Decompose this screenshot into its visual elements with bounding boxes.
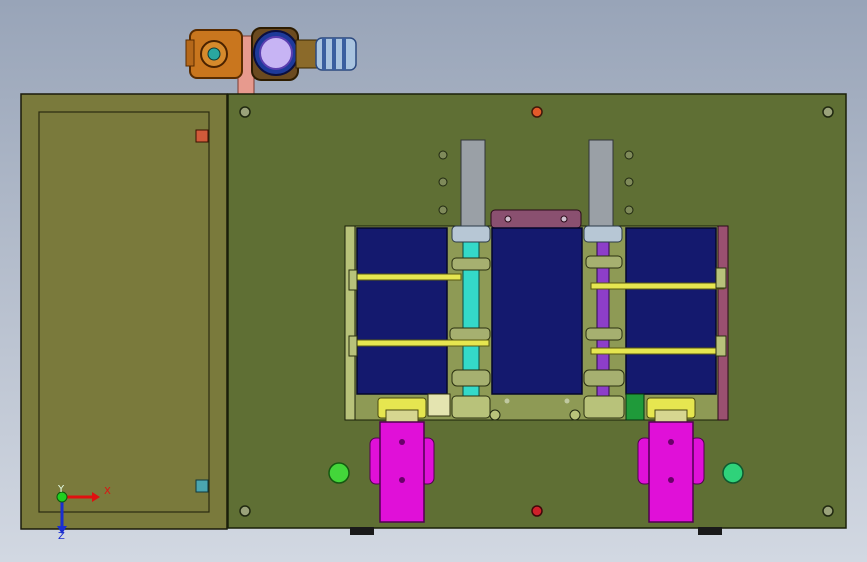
screw-icon — [668, 477, 674, 483]
junction-box-port — [207, 47, 221, 61]
busbar-vertical-right — [588, 139, 614, 229]
screw-icon — [504, 215, 512, 223]
coupling-ring-2 — [332, 38, 336, 70]
screw-icon — [504, 398, 510, 404]
rod-base — [451, 395, 491, 419]
z-axis-label: Z — [58, 531, 65, 542]
coupling-ring-3 — [342, 38, 346, 70]
rod-collar — [583, 369, 625, 387]
screw-icon — [239, 106, 251, 118]
screw-icon — [399, 477, 405, 483]
rod-collar — [451, 225, 491, 243]
busbar-vertical-left — [460, 139, 486, 229]
screw-icon — [822, 106, 834, 118]
ground-stud-top — [531, 106, 543, 118]
screw-icon — [438, 205, 448, 215]
screw-icon — [668, 439, 674, 445]
coil-left — [356, 227, 448, 395]
rod-collar — [585, 327, 623, 341]
door-frame — [20, 93, 228, 530]
busbar-yellow — [348, 273, 462, 281]
frame-tab — [348, 269, 358, 291]
mounting-foot-right — [698, 527, 722, 535]
screw-icon — [624, 177, 634, 187]
door-panel[interactable] — [20, 93, 228, 530]
screw-icon — [438, 150, 448, 160]
busbar-yellow — [590, 347, 725, 355]
coil-center — [491, 227, 583, 395]
screw-icon — [624, 205, 634, 215]
coil-right — [625, 227, 717, 395]
core-frame-left-rail — [344, 225, 356, 421]
mounting-foot-left — [350, 527, 374, 535]
screw-icon — [399, 439, 405, 445]
clamp-body — [648, 421, 694, 523]
screw-icon — [489, 409, 501, 421]
core-frame-right-rail — [717, 225, 729, 421]
door-hinge-top — [195, 129, 209, 143]
terminal-block-green — [625, 393, 645, 421]
y-axis-label: Y — [58, 484, 65, 495]
rod-collar — [451, 257, 491, 271]
coupling-ring-1 — [322, 38, 326, 70]
cad-viewport[interactable]: X Y Z — [0, 0, 867, 562]
clamp-assembly-left[interactable] — [369, 397, 435, 523]
cad-model-drawing[interactable] — [0, 0, 867, 562]
x-axis-label: X — [104, 486, 111, 497]
junction-box-tab-left — [185, 39, 195, 67]
indicator-lamp-left[interactable] — [328, 462, 350, 484]
screw-icon — [239, 505, 251, 517]
screw-icon — [560, 215, 568, 223]
terminal-block — [427, 393, 451, 417]
screw-icon — [624, 150, 634, 160]
gauge-face — [259, 36, 293, 70]
screw-icon — [569, 409, 581, 421]
frame-tab — [715, 335, 727, 357]
rod-base — [583, 395, 625, 419]
top-fittings-assembly[interactable] — [185, 27, 357, 97]
busbar-yellow — [348, 339, 490, 347]
door-hinge-bottom — [195, 479, 209, 493]
screw-icon — [438, 177, 448, 187]
rod-collar — [585, 255, 623, 269]
clamp-body — [379, 421, 425, 523]
frame-tab — [348, 335, 358, 357]
rod-collar — [583, 225, 623, 243]
indicator-lamp-right[interactable] — [722, 462, 744, 484]
frame-tab — [715, 267, 727, 289]
busbar-yellow — [590, 282, 725, 290]
rod-collar — [449, 327, 491, 341]
screw-icon — [564, 398, 570, 404]
ground-stud-bottom — [531, 505, 543, 517]
coupling-nut — [295, 39, 319, 69]
screw-icon — [822, 505, 834, 517]
rod-collar — [451, 369, 491, 387]
